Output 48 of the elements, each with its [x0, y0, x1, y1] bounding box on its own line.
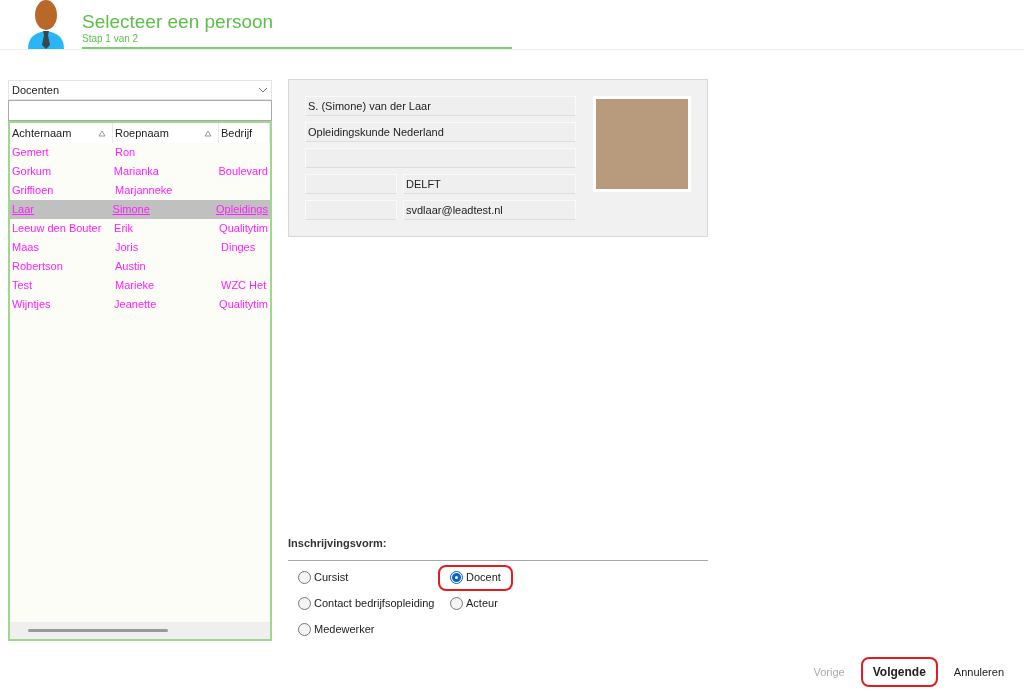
table-cell: Leeuw den Bouter [12, 222, 102, 235]
table-cell: Jeanette [114, 298, 157, 311]
name-field: S. (Simone) van der Laar [305, 96, 576, 116]
radio-option[interactable]: Cursist [298, 564, 349, 591]
horizontal-scrollbar[interactable] [10, 622, 270, 639]
table-cell: Marianka [113, 165, 159, 178]
table-cell: Test [12, 279, 33, 292]
table-cell: Wijntjes [12, 298, 51, 311]
column-header[interactable]: Achternaam [10, 123, 113, 143]
table-cell: Erik [114, 222, 133, 235]
step-indicator: Stap 1 van 2 [82, 33, 140, 45]
table-cell: Robertson [12, 260, 63, 273]
page-title: Selecteer een persoon [82, 11, 275, 33]
table-cell: Gemert [12, 146, 49, 159]
group-dropdown[interactable]: Docenten [8, 80, 272, 100]
radio-option[interactable]: Docent [438, 564, 513, 591]
column-header[interactable]: Roepnaam [113, 123, 219, 143]
table-cell: Qualitytim [219, 298, 268, 311]
table-cell: Qualitytim [219, 222, 268, 235]
table-cell: WZC Het [221, 279, 267, 292]
radio-option[interactable]: Medewerker [298, 616, 375, 643]
sort-triangle-icon [204, 129, 212, 137]
search-field[interactable] [8, 100, 272, 121]
radio-option[interactable]: Acteur [450, 590, 498, 617]
company-field: Opleidingskunde Nederland [305, 122, 576, 142]
table-cell: Dinges [221, 241, 256, 254]
table-cell: Marjanneke [115, 184, 173, 197]
section-label: Inschrijvingsvorm: [288, 536, 388, 551]
table-cell: Griffioen [12, 184, 54, 197]
chevron-down-icon [258, 87, 268, 93]
table-cell: Gorkum [12, 165, 52, 178]
table-cell: Ron [115, 146, 136, 159]
table-cell: Opleidings [216, 203, 268, 216]
sort-triangle-icon [98, 129, 106, 137]
radio-option[interactable]: Contact bedrijfsopleiding [298, 590, 435, 617]
email-field: svdlaar@leadtest.nl [403, 200, 576, 220]
table-cell: Boulevard [218, 165, 268, 178]
table-cell: Austin [115, 260, 146, 273]
table-cell: Marieke [115, 279, 155, 292]
person-icon [26, 0, 66, 49]
table-cell: Simone [112, 203, 150, 216]
table-cell: Laar [12, 203, 35, 216]
wizard-button[interactable]: Annuleren [943, 657, 1014, 687]
table-cell: Joris [115, 241, 139, 254]
column-header[interactable]: Bedrijf [219, 123, 270, 143]
table-cell: Maas [12, 241, 39, 254]
city-field: DELFT [403, 174, 576, 194]
wizard-button[interactable]: Volgende [860, 657, 938, 687]
